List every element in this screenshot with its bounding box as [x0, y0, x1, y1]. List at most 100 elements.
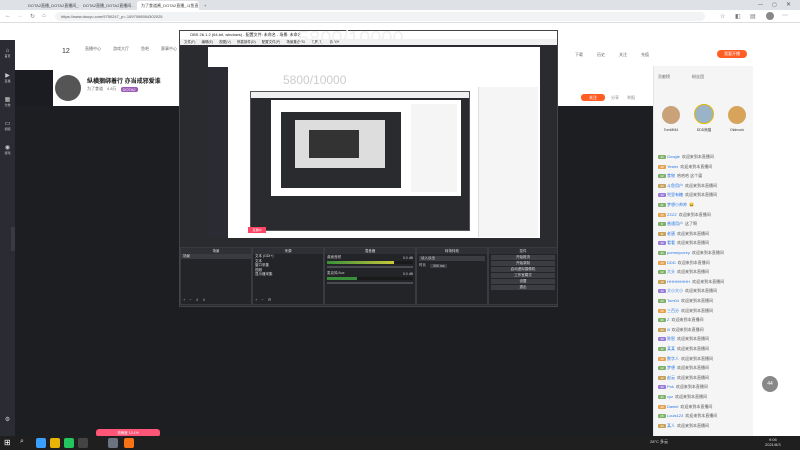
browser-tab[interactable]: DOTA2直播_DOTA2直播间... — [79, 1, 137, 10]
search-icon[interactable]: ⌕ — [20, 438, 30, 448]
streamer-avatar[interactable] — [55, 75, 81, 101]
chat-username[interactable]: 某某 — [667, 346, 675, 351]
source-settings-icon[interactable]: ⚙ — [268, 297, 272, 302]
obs-menu-file[interactable]: 文件(F) — [184, 39, 195, 45]
duration-input[interactable]: 300 ms — [430, 263, 448, 268]
chat-username[interactable]: 某人 — [667, 423, 675, 428]
chat-username[interactable]: Z — [667, 317, 669, 322]
profile-avatar[interactable] — [766, 12, 774, 20]
sidebar-item-live[interactable]: ▶ 直播 — [0, 72, 15, 83]
obs-menu-view[interactable]: 视图(V) — [219, 39, 231, 45]
chat-username[interactable]: xyz — [667, 394, 673, 399]
chat-username[interactable]: pommycorey — [667, 250, 690, 255]
menu-follow[interactable]: 关注 — [619, 52, 627, 58]
contributor-avatar[interactable] — [728, 106, 746, 124]
chat-username[interactable]: 大头 — [667, 269, 675, 274]
chat-username[interactable]: ZZZZ — [667, 212, 677, 217]
category-badge[interactable]: DOTA2 — [120, 86, 138, 92]
settings-icon[interactable]: ⚙ — [0, 416, 15, 423]
chat-username[interactable]: Daniel — [667, 404, 678, 409]
wechat-icon[interactable] — [64, 438, 74, 448]
chat-username[interactable]: 普通用户 — [667, 221, 683, 226]
volume-slider[interactable] — [327, 266, 413, 268]
chat-username[interactable]: 兜里有糖 — [667, 192, 683, 197]
streamer-name[interactable]: 为了食道 — [87, 86, 103, 92]
menu-history[interactable]: 历史 — [597, 52, 605, 58]
contribution-tab[interactable]: 贡献榜 — [658, 74, 670, 80]
chat-username[interactable]: 食物 — [667, 173, 675, 178]
transition-select[interactable]: 淡入淡出 — [419, 256, 485, 261]
obs-menu-edit[interactable]: 编辑(E) — [201, 39, 213, 45]
chat-username[interactable]: DDD — [667, 260, 676, 265]
refresh-icon[interactable]: ↻ — [30, 13, 35, 20]
contributor-avatar[interactable] — [662, 106, 680, 124]
sidebar-item-game[interactable]: ◉ 游戏 — [0, 144, 15, 155]
fan-club-tab[interactable]: 粉丝团 — [692, 74, 704, 80]
edge-browser-icon[interactable] — [36, 438, 46, 448]
share-button[interactable]: 分享 — [611, 95, 619, 101]
close-icon[interactable]: ✕ — [786, 1, 791, 8]
chat-username[interactable]: 赵云 — [667, 375, 675, 380]
sidebar-item-category[interactable]: ▦ 分类 — [0, 96, 15, 107]
report-button[interactable]: 举报 — [627, 95, 635, 101]
chat-speed-badge[interactable]: 44 — [762, 376, 778, 392]
remove-scene-icon[interactable]: − — [189, 297, 191, 302]
back-icon[interactable]: ← — [5, 13, 11, 19]
new-tab-button[interactable]: + — [200, 1, 208, 10]
chat-username[interactable]: 老唐 — [667, 231, 675, 236]
minimize-icon[interactable]: — — [758, 2, 763, 8]
chat-username[interactable]: 陈智 — [667, 336, 675, 341]
browser-tab-active[interactable]: 为了食道酱_DOTA2直播_斗鱼直播 — [137, 1, 199, 10]
move-down-icon[interactable]: ∨ — [203, 297, 206, 302]
chat-username[interactable]: 梦想小帅帅 — [667, 202, 687, 207]
app-icon[interactable] — [78, 438, 88, 448]
settings-button[interactable]: 设置 — [491, 279, 555, 284]
collections-icon[interactable]: ▤ — [750, 13, 756, 20]
maximize-icon[interactable]: ▢ — [772, 2, 777, 8]
move-up-icon[interactable]: ∧ — [196, 297, 199, 302]
chat-username[interactable]: 看看 — [667, 240, 675, 245]
chat-username[interactable]: 三百分 — [667, 308, 679, 313]
menu-item-game-hall[interactable]: 游戏大厅 — [113, 46, 129, 52]
add-source-icon[interactable]: + — [255, 297, 257, 302]
follow-button[interactable]: 关注 — [581, 94, 605, 101]
home-icon[interactable]: ⌂ — [42, 13, 46, 19]
menu-item-events[interactable]: 赛事中心 — [161, 46, 177, 52]
extensions-icon[interactable]: ◧ — [735, 13, 741, 20]
chat-username[interactable]: lll — [667, 327, 670, 332]
studio-mode-button[interactable]: 工作室模式 — [491, 273, 555, 278]
virtual-camera-button[interactable]: 启动虚拟摄像机 — [491, 267, 555, 272]
more-menu-icon[interactable]: ⋯ — [782, 12, 788, 19]
source-item[interactable]: 显示器采集 — [253, 272, 323, 277]
obs-menu-docks[interactable]: 停靠部件(D) — [237, 39, 256, 45]
url-input[interactable]: https://www.douyu.com/9750247_p=-1597098… — [55, 12, 705, 21]
contributor-avatar[interactable] — [694, 104, 714, 124]
windows-start-icon[interactable]: ⊞ — [4, 438, 14, 448]
chat-username[interactable]: Pok — [667, 384, 674, 389]
remove-source-icon[interactable]: − — [261, 297, 263, 302]
obs-taskbar-icon[interactable] — [108, 438, 118, 448]
star-icon[interactable]: ☆ — [720, 13, 725, 20]
chat-username[interactable]: Google — [667, 154, 680, 159]
chat-username[interactable]: 梦想 — [667, 365, 675, 370]
sidebar-item-video[interactable]: ▭ 视频 — [0, 120, 15, 131]
chat-username[interactable]: Yester — [667, 164, 678, 169]
chat-username[interactable]: 数字人 — [667, 356, 679, 361]
start-streaming-button[interactable]: 开始推流 — [491, 255, 555, 260]
browser-tab[interactable]: DOTA2直播_DOTA2直播间_一战到底在斗鱼看 — [24, 1, 79, 10]
chat-username[interactable]: HHHHHHHH — [667, 279, 690, 284]
menu-item-live-center[interactable]: 直播中心 — [85, 46, 101, 52]
douyu-taskbar-icon[interactable] — [124, 438, 134, 448]
chat-username[interactable]: 大小大小 — [667, 288, 683, 293]
start-recording-button[interactable]: 开始录制 — [491, 261, 555, 266]
system-clock[interactable]: 9:06 2021/8/3 — [765, 437, 781, 447]
chat-username[interactable]: Louis123 — [667, 413, 683, 418]
obs-menu-profile[interactable]: 配置文件(P) — [262, 39, 281, 45]
weather-widget[interactable]: 28°C 多云 — [650, 439, 668, 445]
file-explorer-icon[interactable] — [50, 438, 60, 448]
obs-preview[interactable]: 5800/10000 直播中 — [208, 47, 540, 238]
menu-item-yuba[interactable]: 鱼吧 — [141, 46, 149, 52]
menu-download[interactable]: 下载 — [575, 52, 583, 58]
add-scene-icon[interactable]: + — [183, 297, 185, 302]
volume-slider[interactable] — [327, 282, 413, 284]
